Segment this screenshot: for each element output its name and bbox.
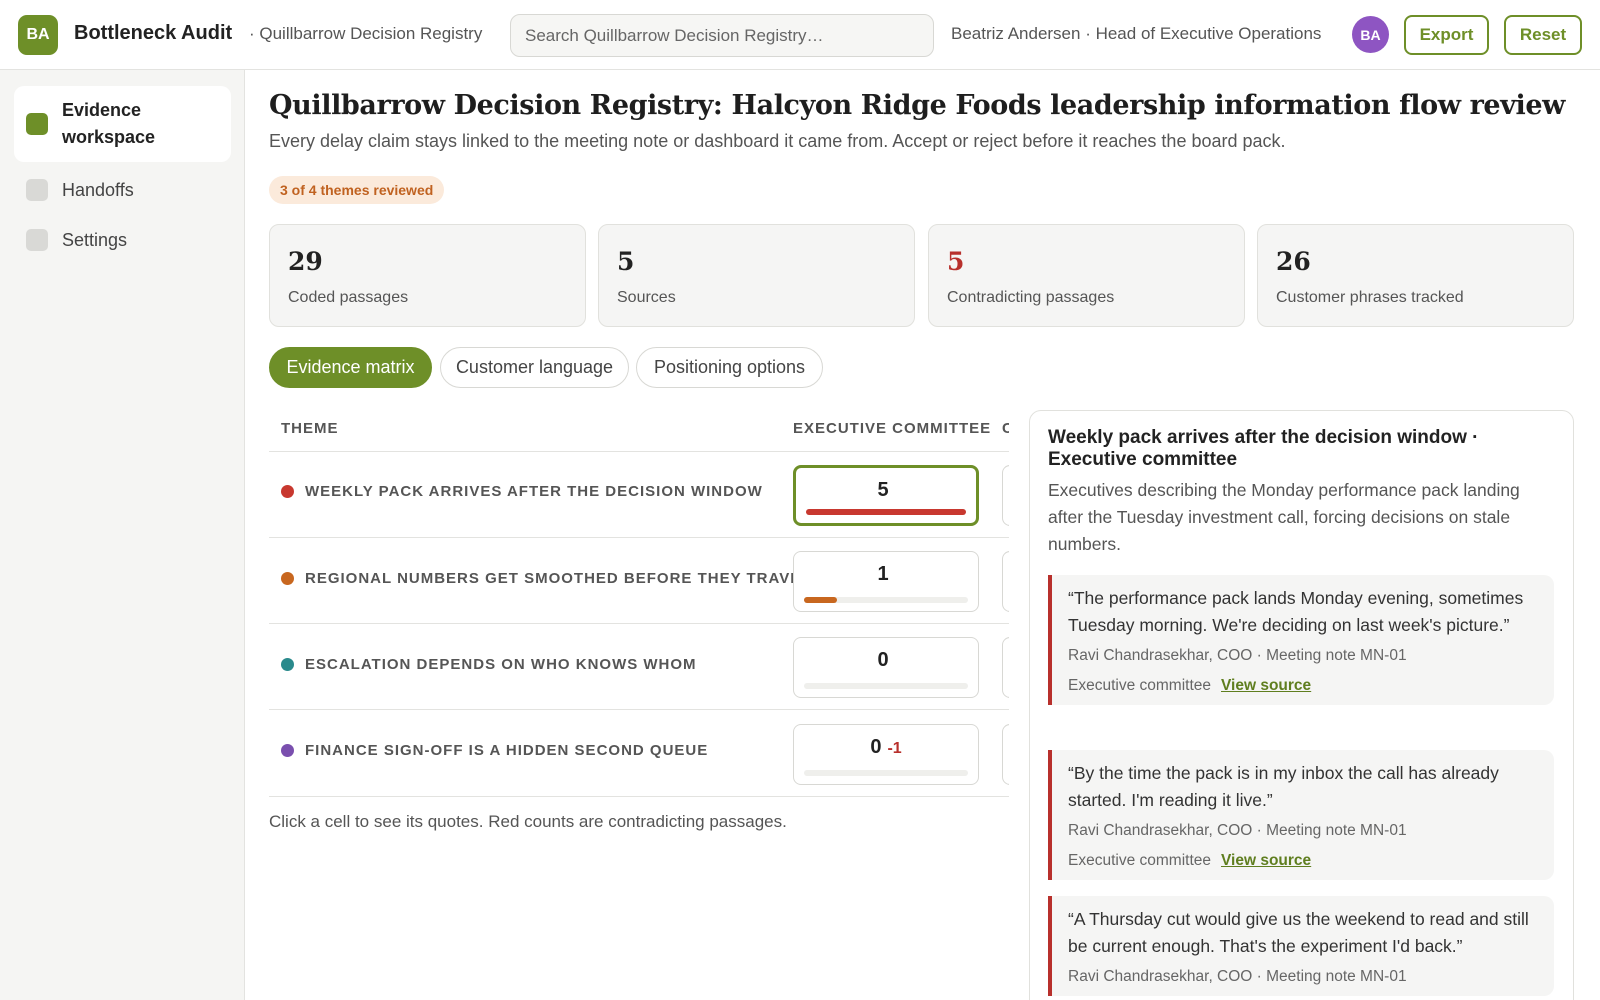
quote-attribution: Ravi Chandrasekhar, COO · Meeting note M… [1068, 647, 1407, 664]
quote-text: “The performance pack lands Monday eveni… [1068, 588, 1524, 635]
quote-attribution: Ravi Chandrasekhar, COO · Meeting note M… [1068, 822, 1407, 839]
quote-card: “The performance pack lands Monday eveni… [1048, 575, 1554, 705]
view-source-link[interactable]: View source [1221, 852, 1311, 870]
stat-card-customer-phrases: 26 Customer phrases tracked [1257, 224, 1574, 327]
quote-detail-panel: Weekly pack arrives after the decision w… [1029, 410, 1574, 1000]
cell-bar [804, 683, 968, 689]
handoffs-icon [26, 179, 48, 201]
quote-card: “A Thursday cut would give us the weeken… [1048, 896, 1554, 996]
status-badge: 3 of 4 themes reviewed [269, 176, 445, 204]
avatar[interactable]: BA [1352, 16, 1389, 53]
view-source-link[interactable]: View source [1221, 677, 1311, 695]
settings-icon [26, 229, 48, 251]
panel-description: Executives describing the Monday perform… [1048, 480, 1520, 554]
theme-label: WEEKLY PACK ARRIVES AFTER THE DECISION W… [281, 483, 763, 500]
quote-group: Executive committee [1068, 677, 1211, 694]
sidebar-item-label: Settings [62, 229, 128, 250]
cell-bar [804, 597, 968, 603]
stat-label: Contradicting passages [947, 289, 1115, 306]
quote-text: “A Thursday cut would give us the weeken… [1068, 909, 1529, 956]
theme-label: ESCALATION DEPENDS ON WHO KNOWS WHOM [281, 656, 697, 673]
sidebar-item-label: Evidence workspace [62, 100, 156, 147]
quote-meta: Executive committee View source [1068, 677, 1540, 695]
quote-group: Executive committee [1068, 852, 1211, 869]
theme-color-dot [281, 744, 294, 757]
matrix-cell[interactable]: 0 [793, 637, 979, 698]
stat-card-contradicting-passages: 5 Contradicting passages [928, 224, 1245, 327]
matrix-cell[interactable] [1002, 551, 1009, 612]
divider [269, 623, 1009, 624]
quote-attribution: Ravi Chandrasekhar, COO · Meeting note M… [1068, 968, 1407, 985]
export-button[interactable]: Export [1404, 15, 1489, 55]
cell-count: 0 [877, 649, 889, 671]
matrix-cell[interactable] [1002, 465, 1009, 526]
matrix-cell[interactable]: 0 -1 [793, 724, 979, 785]
matrix-cell[interactable]: 1 [793, 551, 979, 612]
theme-text: REGIONAL NUMBERS GET SMOOTHED BEFORE THE… [305, 570, 812, 587]
top-bar: BA Bottleneck Audit · Quillbarrow Decisi… [0, 0, 1600, 70]
cell-bar-fill [806, 509, 966, 515]
stat-label: Customer phrases tracked [1276, 289, 1464, 306]
cell-bar [804, 770, 968, 776]
quote-meta: Executive committee View source [1068, 852, 1540, 870]
theme-color-dot [281, 485, 294, 498]
matrix-cell[interactable]: 5 [793, 465, 979, 526]
app-logo[interactable]: BA [18, 15, 58, 55]
cell-count: 1 [877, 563, 889, 585]
divider [269, 451, 1009, 452]
stat-value: 26 [1276, 247, 1311, 276]
matrix-help-text: Click a cell to see its quotes. Red coun… [269, 812, 787, 831]
divider [269, 796, 1009, 797]
page-subtitle: Every delay claim stays linked to the me… [269, 131, 1286, 151]
matrix-cell[interactable] [1002, 724, 1009, 785]
column-header-executive-committee[interactable]: EXECUTIVE COMMITTEE [793, 420, 991, 437]
tab-positioning-options[interactable]: Positioning options [636, 347, 823, 388]
divider [269, 709, 1009, 710]
theme-text: FINANCE SIGN-OFF IS A HIDDEN SECOND QUEU… [305, 742, 709, 759]
sidebar-item-handoffs[interactable]: Handoffs [14, 170, 231, 210]
user-label: Beatriz Andersen · Head of Executive Ope… [951, 24, 1322, 43]
quote-card: “By the time the pack is in my inbox the… [1048, 750, 1554, 880]
theme-color-dot [281, 572, 294, 585]
stat-value: 5 [947, 247, 965, 276]
cell-count: 0 -1 [870, 736, 902, 758]
sidebar-item-settings[interactable]: Settings [14, 220, 231, 260]
cell-bar [806, 509, 966, 515]
theme-label: FINANCE SIGN-OFF IS A HIDDEN SECOND QUEU… [281, 742, 708, 759]
theme-text: WEEKLY PACK ARRIVES AFTER THE DECISION W… [305, 483, 763, 500]
cell-count: 5 [877, 479, 889, 501]
stat-card-coded-passages: 29 Coded passages [269, 224, 586, 327]
breadcrumb[interactable]: · Quillbarrow Decision Registry [249, 24, 482, 44]
theme-color-dot [281, 658, 294, 671]
app-title: Bottleneck Audit [74, 22, 233, 44]
theme-label: REGIONAL NUMBERS GET SMOOTHED BEFORE THE… [281, 570, 811, 587]
matrix-cell[interactable] [1002, 637, 1009, 698]
column-header-next: C [1002, 420, 1009, 437]
divider [269, 537, 1009, 538]
contradicting-count: -1 [887, 740, 902, 757]
stat-value: 5 [617, 247, 635, 276]
column-header-theme: THEME [281, 420, 339, 437]
sidebar: Evidence workspace Handoffs Settings [0, 70, 245, 1000]
tab-evidence-matrix[interactable]: Evidence matrix [269, 347, 432, 388]
panel-title: Weekly pack arrives after the decision w… [1048, 427, 1479, 470]
reset-button[interactable]: Reset [1504, 15, 1582, 55]
search-input[interactable] [510, 14, 934, 57]
stat-value: 29 [288, 247, 323, 276]
quote-text: “By the time the pack is in my inbox the… [1068, 763, 1499, 810]
evidence-matrix: THEME EXECUTIVE COMMITTEE C WEEKLY PACK … [269, 410, 1009, 800]
sidebar-item-evidence-workspace[interactable]: Evidence workspace [14, 86, 231, 162]
theme-text: ESCALATION DEPENDS ON WHO KNOWS WHOM [305, 656, 697, 673]
page-title: Quillbarrow Decision Registry: Halcyon R… [269, 90, 1565, 121]
cell-bar-fill [804, 597, 837, 603]
stat-label: Coded passages [288, 289, 409, 306]
stat-label: Sources [617, 289, 676, 306]
stat-card-sources: 5 Sources [598, 224, 915, 327]
workspace-icon [26, 113, 48, 135]
sidebar-item-label: Handoffs [62, 179, 134, 200]
tab-customer-language[interactable]: Customer language [440, 347, 629, 388]
